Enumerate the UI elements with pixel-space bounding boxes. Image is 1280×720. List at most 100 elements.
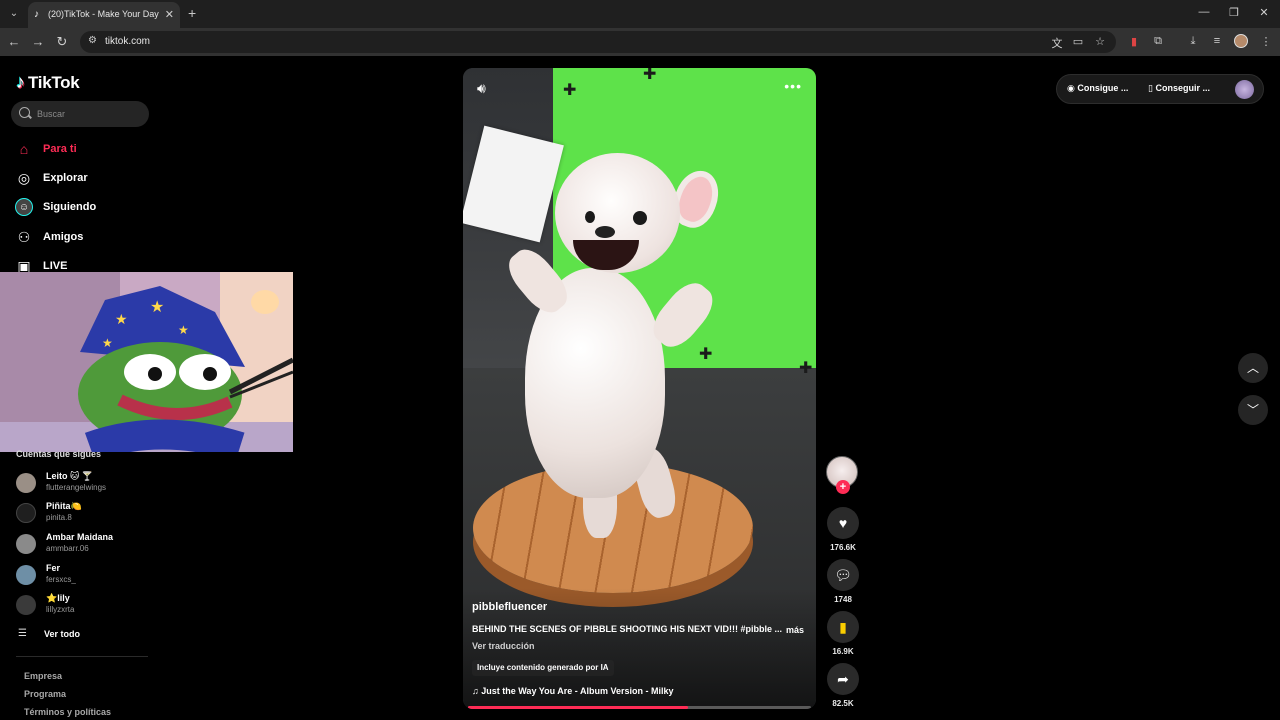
see-all-button[interactable]: ☰ Ver todo: [18, 628, 80, 639]
new-tab-button[interactable]: +: [188, 5, 196, 21]
tab-search-chevron-icon[interactable]: ⌄: [6, 6, 22, 22]
avatar: [16, 473, 36, 493]
nav-siguiendo[interactable]: ☺ Siguiendo: [15, 196, 96, 218]
account-name: Piñita🍋: [46, 501, 82, 511]
share-button[interactable]: ➦: [827, 663, 859, 695]
nav-label: Siguiendo: [43, 201, 97, 213]
follow-plus-icon[interactable]: +: [836, 480, 850, 494]
account-handle: pinita.8: [46, 513, 72, 522]
coins-label: Consigue ...: [1077, 83, 1129, 93]
list-icon: ☰: [18, 628, 27, 639]
music-track[interactable]: ♫ Just the Way You Are - Album Version -…: [472, 686, 673, 696]
previous-video-button[interactable]: ︿: [1238, 353, 1268, 383]
chevron-down-icon: ﹀: [1246, 403, 1259, 417]
dog-eye: [585, 211, 595, 223]
search-icon: [19, 107, 30, 118]
see-all-label: Ver todo: [44, 628, 81, 639]
tab-close-icon[interactable]: ✕: [165, 8, 174, 21]
account-name: Leito 🐱 🍸: [46, 471, 94, 481]
account-handle: fersxcs_: [46, 575, 76, 584]
sidebar-divider: [16, 656, 148, 657]
footer-link-empresa[interactable]: Empresa: [24, 671, 62, 681]
address-bar[interactable]: ⚙ tiktok.com: [80, 31, 1116, 53]
nav-amigos[interactable]: ⚇ Amigos: [15, 226, 84, 248]
account-handle: ammbarr.06: [46, 544, 89, 553]
nav-explorar[interactable]: ◎ Explorar: [15, 167, 88, 189]
svg-text:★: ★: [178, 323, 189, 337]
profile-avatar-icon[interactable]: [1234, 34, 1248, 48]
share-count: 82.5K: [832, 699, 854, 708]
friends-icon: ⚇: [17, 228, 31, 245]
footer-link-programa[interactable]: Programa: [24, 689, 66, 699]
browser-tab-strip: ⌄ ♪ (20)TikTok - Make Your Day ✕ + — ❐ ✕: [0, 0, 1280, 28]
site-info-icon[interactable]: ⚙: [88, 35, 97, 46]
top-right-actions: ◉ Consigue ... ▯ Conseguir ...: [1056, 74, 1264, 104]
bookmark-star-icon[interactable]: ☆: [1093, 35, 1107, 48]
frog-wizard-illustration: ★ ★ ★ ★: [0, 272, 293, 452]
restore-icon[interactable]: ❐: [1226, 6, 1242, 19]
translate-icon[interactable]: 文: [1050, 35, 1064, 51]
like-button[interactable]: ♥: [827, 507, 859, 539]
music-note-icon: ♫: [472, 686, 482, 696]
media-control-icon[interactable]: ≡: [1210, 35, 1224, 47]
browser-menu-icon[interactable]: ⋮: [1259, 35, 1273, 48]
streamer-overlay-image: ★ ★ ★ ★: [0, 272, 293, 452]
extensions-puzzle-icon[interactable]: ⧉: [1151, 35, 1165, 48]
video-player[interactable]: ✚ ✚ ✚ ✚ 🔊︎ ••• pibblefluencer BEHIND THE…: [463, 68, 816, 709]
like-count: 176.6K: [830, 543, 856, 552]
reload-icon[interactable]: ↻: [54, 34, 70, 50]
dog-nose: [595, 226, 615, 238]
save-button[interactable]: ▮: [827, 611, 859, 643]
nav-label: Amigos: [43, 231, 84, 243]
search-box[interactable]: [11, 101, 149, 127]
compass-icon: ◎: [17, 169, 31, 186]
minimize-icon[interactable]: —: [1196, 6, 1212, 18]
window-close-icon[interactable]: ✕: [1256, 6, 1272, 19]
dog-eye: [633, 211, 647, 225]
music-title: Just the Way You Are - Album Version - M…: [481, 686, 674, 696]
forward-icon[interactable]: →: [30, 34, 46, 49]
browser-toolbar: ← → ↻ ⚙ tiktok.com 文 ▭ ☆ ▮ ⧉ ⤓ ≡ ⋮: [0, 28, 1280, 56]
video-author[interactable]: pibblefluencer: [472, 601, 547, 613]
search-input[interactable]: [37, 106, 142, 122]
nav-label: LIVE: [43, 260, 68, 272]
share-arrow-icon: ➦: [837, 671, 849, 687]
get-app-button[interactable]: ▯ Conseguir ...: [1148, 83, 1210, 94]
comment-count: 1748: [834, 595, 852, 604]
next-video-button[interactable]: ﹀: [1238, 395, 1268, 425]
heart-icon: ♥: [838, 515, 848, 531]
nav-para-ti[interactable]: ⌂ Para ti: [15, 138, 77, 160]
cast-icon[interactable]: ▭: [1071, 35, 1085, 48]
save-count: 16.9K: [832, 647, 854, 656]
nav-label: Explorar: [43, 172, 88, 184]
tab-title: (20)TikTok - Make Your Day: [48, 9, 159, 19]
svg-text:★: ★: [115, 311, 128, 327]
video-progress-bar[interactable]: [468, 706, 811, 709]
account-name: ⭐lily: [46, 593, 70, 603]
user-avatar[interactable]: [1235, 80, 1254, 99]
extension-icon[interactable]: ▮: [1127, 35, 1141, 48]
more-options-icon[interactable]: •••: [784, 78, 802, 94]
browser-tab-tiktok[interactable]: ♪ (20)TikTok - Make Your Day ✕: [28, 2, 180, 28]
tiktok-logo[interactable]: ♪ TikTok: [16, 72, 80, 93]
translate-link[interactable]: Ver traducción: [472, 641, 535, 651]
svg-text:★: ★: [150, 299, 164, 316]
comment-icon: 💬︎: [834, 567, 852, 583]
ai-content-badge: Incluye contenido generado por IA: [472, 660, 614, 676]
logo-text: TikTok: [28, 72, 80, 92]
back-icon[interactable]: ←: [6, 34, 22, 49]
get-coins-button[interactable]: ◉ Consigue ...: [1067, 83, 1128, 94]
tracking-marker: ✚: [699, 346, 713, 363]
account-handle: lillyzxrta: [46, 605, 75, 614]
comment-button[interactable]: 💬︎: [827, 559, 859, 591]
description-more-link[interactable]: más: [786, 625, 804, 635]
app-label: Conseguir ...: [1155, 83, 1210, 93]
account-handle: flutterangelwings: [46, 483, 107, 492]
footer-link-terminos[interactable]: Términos y políticas: [24, 707, 111, 717]
volume-icon[interactable]: 🔊︎: [477, 80, 497, 100]
download-icon[interactable]: ⤓: [1186, 35, 1200, 48]
tiktok-logo-icon: ♪: [16, 72, 25, 92]
url-text[interactable]: tiktok.com: [105, 36, 150, 47]
following-avatar-icon: ☺: [15, 198, 33, 216]
following-section-title: Cuentas que sigues: [16, 449, 102, 459]
